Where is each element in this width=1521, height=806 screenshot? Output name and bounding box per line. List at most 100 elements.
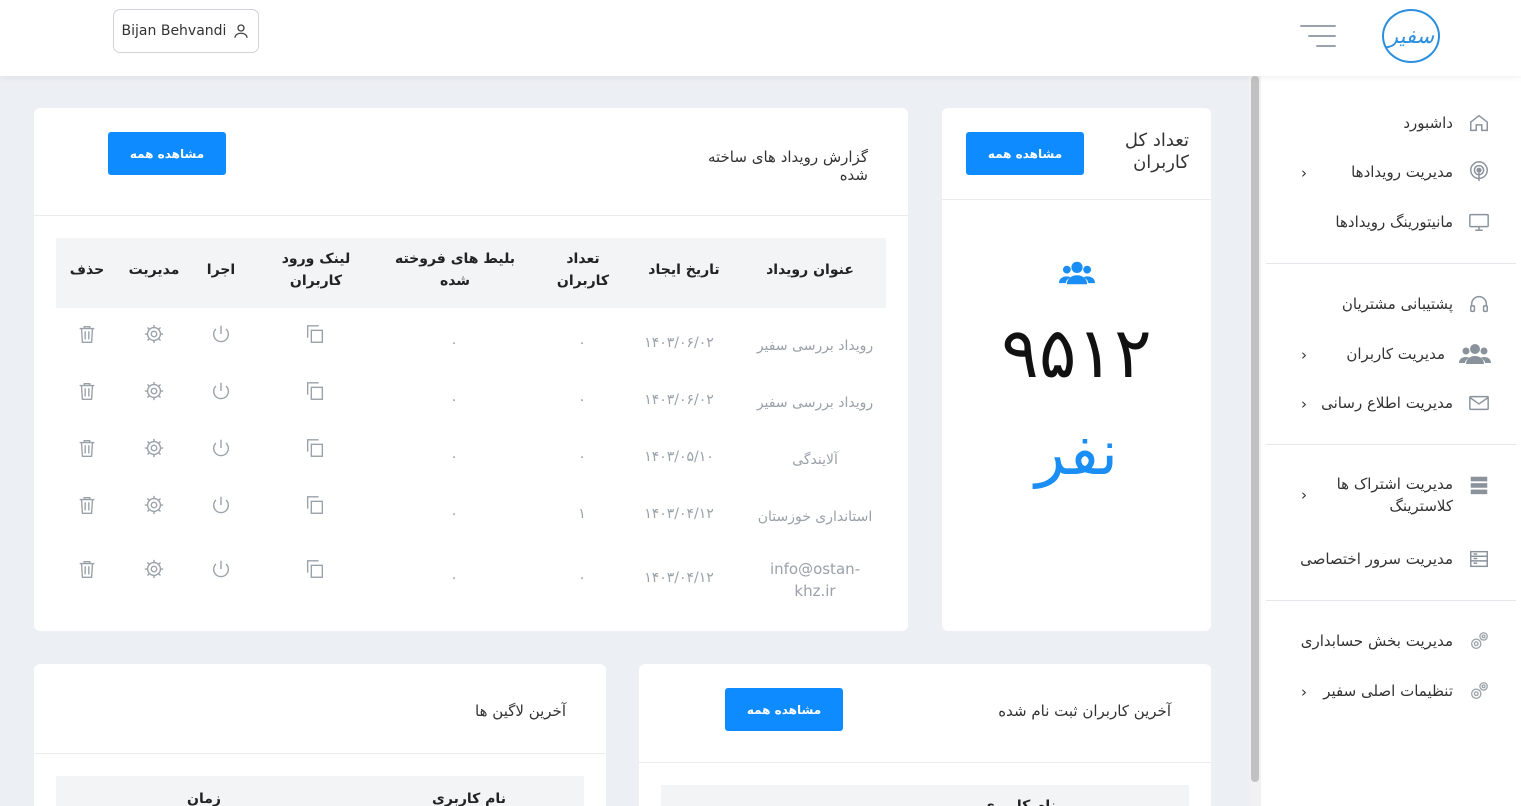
power-icon[interactable] (210, 494, 232, 516)
sidebar-item-events-monitoring[interactable]: مانیتورینگ رویدادها (1335, 210, 1491, 234)
sidebar-item-label: مدیریت سرور اختصاصی (1300, 550, 1453, 568)
copy-link-icon[interactable] (304, 437, 326, 459)
chevron-left-icon: ‹ (1301, 395, 1307, 413)
event-tickets-sold: ۰ (450, 570, 458, 586)
col-delete: حذف (69, 262, 105, 278)
events-report-card: مشاهده همه گزارش رویداد های ساخته شده عن… (34, 108, 908, 631)
top-bar: Bijan Behvandi سفیر (0, 0, 1521, 76)
logo[interactable]: سفیر (1382, 9, 1440, 63)
event-tickets-sold: ۰ (450, 449, 458, 465)
sidebar-item-users[interactable]: مدیریت کاربران (1346, 342, 1491, 366)
sidebar-item-label: پشتیبانی مشتریان (1341, 295, 1453, 313)
sidebar-item-events[interactable]: مدیریت رویدادها (1351, 160, 1491, 184)
gear-icon[interactable] (143, 494, 165, 516)
col-login-link: لینک ورود کاربران (281, 251, 351, 289)
copy-link-icon[interactable] (304, 558, 326, 580)
sidebar-item-support[interactable]: پشتیبانی مشتریان (1342, 292, 1491, 316)
last-logins-card: آخرین لاگین ها نام کاربری زمان (34, 664, 606, 806)
view-all-users-button[interactable]: مشاهده همه (966, 132, 1084, 175)
sidebar-item-notifications[interactable]: مدیریت اطلاع رسانی (1321, 391, 1491, 415)
power-icon[interactable] (210, 380, 232, 402)
scrollbar-thumb[interactable] (1251, 76, 1259, 782)
divider (34, 215, 908, 216)
sidebar-item-label: مدیریت بخش حسابداری (1300, 632, 1453, 650)
cogs-icon (1467, 629, 1491, 653)
col-username: نام کاربری (432, 791, 506, 806)
trash-icon[interactable] (76, 380, 98, 402)
power-icon[interactable] (210, 323, 232, 345)
event-tickets-sold: ۰ (450, 506, 458, 522)
gear-icon[interactable] (143, 323, 165, 345)
sidebar-item-label: مدیریت اطلاع رسانی (1321, 394, 1453, 412)
event-users-count: ۰ (578, 335, 586, 351)
sidebar-item-label: مدیریت کاربران (1346, 345, 1445, 363)
home-icon (1467, 111, 1491, 135)
event-tickets-sold: ۰ (450, 335, 458, 351)
trash-icon[interactable] (76, 323, 98, 345)
event-users-count: ۰ (578, 392, 586, 408)
divider (639, 762, 1211, 763)
sidebar-item-label: داشبورد (1403, 114, 1453, 132)
sidebar-divider (1266, 263, 1516, 264)
col-date: تاریخ ایجاد (648, 262, 720, 278)
copy-link-icon[interactable] (304, 494, 326, 516)
view-all-registered-button[interactable]: مشاهده همه (725, 688, 843, 731)
monitor-icon (1467, 210, 1491, 234)
users-count-card: مشاهده همه تعداد کل کاربران ۹۵۱۲ نفر (942, 108, 1211, 631)
registered-card-title: آخرین کاربران ثبت نام شده (998, 702, 1171, 720)
view-all-events-button[interactable]: مشاهده همه (108, 132, 226, 175)
sidebar-item-main-settings[interactable]: تنظیمات اصلی سفیر (1323, 679, 1491, 703)
col-manage: مدیریت (128, 262, 180, 278)
sidebar-divider (1266, 444, 1516, 445)
divider (942, 199, 1211, 200)
trash-icon[interactable] (76, 558, 98, 580)
sidebar-item-label: مدیریت رویدادها (1351, 163, 1453, 181)
event-date: ۱۴۰۳/۰۵/۱۰ (644, 449, 714, 465)
gear-icon[interactable] (143, 437, 165, 459)
col-users: تعداد کاربران (556, 251, 610, 289)
event-users-count: ۱ (578, 506, 586, 522)
event-date: ۱۴۰۳/۰۶/۰۲ (644, 392, 714, 408)
event-users-count: ۰ (578, 449, 586, 465)
users-icon (1059, 260, 1095, 290)
event-title: آلایندگی (792, 452, 838, 468)
user-menu-button[interactable]: Bijan Behvandi (113, 9, 259, 53)
copy-link-icon[interactable] (304, 323, 326, 345)
col-run: اجرا (206, 262, 236, 278)
trash-icon[interactable] (76, 437, 98, 459)
sidebar-item-accounting[interactable]: مدیریت بخش حسابداری (1301, 629, 1491, 653)
users-count-unit: نفر (1035, 416, 1118, 489)
event-users-count: ۰ (578, 570, 586, 586)
users-icon (1459, 342, 1491, 366)
gear-icon[interactable] (143, 558, 165, 580)
event-tickets-sold: ۰ (450, 392, 458, 408)
gear-icon[interactable] (143, 380, 165, 402)
power-icon[interactable] (210, 437, 232, 459)
events-card-title: گزارش رویداد های ساخته شده (707, 148, 868, 184)
event-date: ۱۴۰۳/۰۶/۰۲ (644, 335, 714, 351)
copy-link-icon[interactable] (304, 380, 326, 402)
sidebar-item-label: مانیتورینگ رویدادها (1335, 213, 1453, 231)
page-scrollbar[interactable] (1249, 76, 1261, 806)
sidebar-item-dashboard[interactable]: داشبورد (1403, 111, 1491, 135)
sidebar-item-label: تنظیمات اصلی سفیر (1323, 682, 1453, 700)
envelope-icon (1467, 391, 1491, 415)
trash-icon[interactable] (76, 494, 98, 516)
sidebar-item-subscriptions[interactable]: مدیریت اشتراک ها کلاسترینگ (1291, 473, 1491, 517)
chevron-left-icon: ‹ (1301, 683, 1307, 701)
sidebar-item-label: مدیریت اشتراک ها کلاسترینگ (1336, 475, 1453, 515)
logins-card-title: آخرین لاگین ها (475, 702, 566, 720)
hamburger-menu-icon[interactable] (1300, 25, 1336, 49)
col-title: عنوان رویداد (766, 262, 854, 278)
logo-text: سفیر (1387, 24, 1435, 48)
sidebar-item-dedicated-server[interactable]: مدیریت سرور اختصاصی (1300, 547, 1491, 571)
chevron-left-icon: ‹ (1301, 164, 1307, 182)
power-icon[interactable] (210, 558, 232, 580)
headset-icon (1467, 292, 1491, 316)
user-icon (234, 24, 249, 38)
chevron-left-icon: ‹ (1301, 486, 1307, 504)
event-title: استانداری خوزستان (757, 509, 873, 525)
server-rack-icon (1467, 547, 1491, 571)
event-title: رویداد بررسی سفیر (756, 338, 874, 354)
col-username: نام کاربری (982, 798, 1056, 806)
